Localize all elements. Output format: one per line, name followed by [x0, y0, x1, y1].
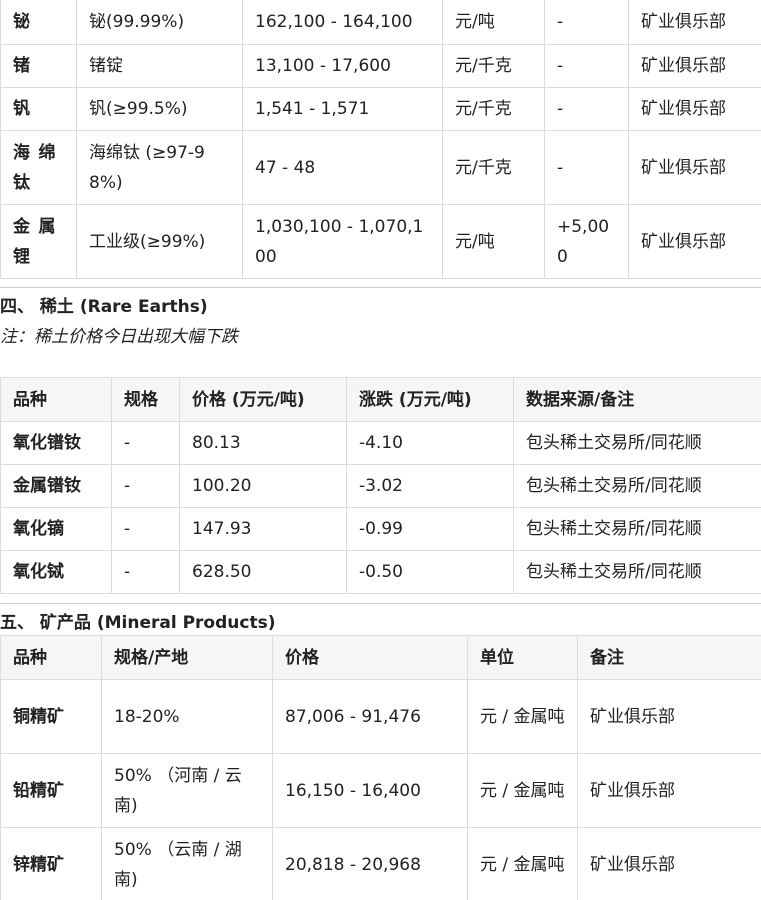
rare-earth-price: 147.93 — [179, 507, 347, 551]
metal-price: 1,541 - 1,571 — [242, 87, 443, 131]
table-row: 海绵钛 海绵钛 (≥97-98%) 47 - 48 元/千克 - 矿业俱乐部 — [0, 130, 761, 205]
metal-spec: 钒(≥99.5%) — [76, 87, 243, 131]
column-header-remark: 备注 — [577, 635, 761, 680]
rare-earth-change: -0.50 — [346, 550, 514, 594]
mineral-source: 矿业俱乐部 — [577, 827, 761, 900]
mineral-price: 20,818 - 20,968 — [272, 827, 468, 900]
column-header-spec: 规格 — [111, 377, 180, 422]
rare-earth-source: 包头稀土交易所/同花顺 — [513, 464, 761, 508]
rare-earth-name: 氧化镝 — [0, 507, 112, 551]
metal-name: 海绵钛 — [0, 130, 77, 205]
metal-unit: 元/千克 — [442, 87, 545, 131]
mineral-price: 16,150 - 16,400 — [272, 753, 468, 828]
metal-source: 矿业俱乐部 — [628, 204, 761, 279]
mineral-unit: 元 / 金属吨 — [467, 753, 578, 828]
column-header-source: 数据来源/备注 — [513, 377, 761, 422]
column-header-variety: 品种 — [0, 635, 102, 680]
mineral-products-table: 品种 规格/产地 价格 单位 备注 铜精矿 18-20% 87,006 - 91… — [0, 635, 761, 900]
section-title-mineral-products: 五、 矿产品 (Mineral Products) — [0, 613, 276, 633]
section-title-rare-earths: 四、 稀土 (Rare Earths) — [0, 297, 208, 317]
mineral-name: 铅精矿 — [0, 753, 102, 828]
rare-earth-spec: - — [111, 464, 180, 508]
column-header-spec-origin: 规格/产地 — [101, 635, 273, 680]
metal-unit: 元/千克 — [442, 44, 545, 88]
mineral-spec: 50% （云南 / 湖南) — [101, 827, 273, 900]
mineral-source: 矿业俱乐部 — [577, 679, 761, 754]
metal-change: +5,000 — [544, 204, 629, 279]
table-row: 金属镨钕 - 100.20 -3.02 包头稀土交易所/同花顺 — [0, 464, 761, 508]
mineral-unit: 元 / 金属吨 — [467, 827, 578, 900]
rare-earth-price: 628.50 — [179, 550, 347, 594]
rare-earth-source: 包头稀土交易所/同花顺 — [513, 507, 761, 551]
metal-price: 47 - 48 — [242, 130, 443, 205]
table-row: 氧化镨钕 - 80.13 -4.10 包头稀土交易所/同花顺 — [0, 421, 761, 465]
metal-spec: 海绵钛 (≥97-98%) — [76, 130, 243, 205]
metal-unit: 元/吨 — [442, 0, 545, 45]
rare-earth-change: -0.99 — [346, 507, 514, 551]
rare-earths-note: 注：稀土价格今日出现大幅下跌 — [0, 327, 238, 347]
metal-change: - — [544, 0, 629, 45]
rare-earth-spec: - — [111, 421, 180, 465]
metal-unit: 元/吨 — [442, 204, 545, 279]
rare-earth-spec: - — [111, 550, 180, 594]
table-row: 氧化铽 - 628.50 -0.50 包头稀土交易所/同花顺 — [0, 550, 761, 594]
rare-earth-spec: - — [111, 507, 180, 551]
table-row: 氧化镝 - 147.93 -0.99 包头稀土交易所/同花顺 — [0, 507, 761, 551]
section-divider — [0, 287, 761, 288]
rare-earth-name: 金属镨钕 — [0, 464, 112, 508]
rare-earth-change: -3.02 — [346, 464, 514, 508]
table-row: 金属锂 工业级(≥99%) 1,030,100 - 1,070,100 元/吨 … — [0, 204, 761, 279]
column-header-unit: 单位 — [467, 635, 578, 680]
table-row: 锌精矿 50% （云南 / 湖南) 20,818 - 20,968 元 / 金属… — [0, 827, 761, 900]
metal-change: - — [544, 130, 629, 205]
mineral-name: 铜精矿 — [0, 679, 102, 754]
rare-earth-price: 80.13 — [179, 421, 347, 465]
table-row: 铋 铋(99.99%) 162,100 - 164,100 元/吨 - 矿业俱乐… — [0, 0, 761, 45]
metal-spec: 铋(99.99%) — [76, 0, 243, 45]
table-header-row: 品种 规格 价格 (万元/吨) 涨跌 (万元/吨) 数据来源/备注 — [0, 377, 761, 422]
table-row: 锗 锗锭 13,100 - 17,600 元/千克 - 矿业俱乐部 — [0, 44, 761, 88]
metal-change: - — [544, 87, 629, 131]
section-divider — [0, 603, 761, 604]
metal-source: 矿业俱乐部 — [628, 44, 761, 88]
rare-earths-table: 品种 规格 价格 (万元/吨) 涨跌 (万元/吨) 数据来源/备注 氧化镨钕 -… — [0, 377, 761, 594]
metal-name: 锗 — [0, 44, 77, 88]
rare-earth-name: 氧化镨钕 — [0, 421, 112, 465]
metal-source: 矿业俱乐部 — [628, 0, 761, 45]
metal-change: - — [544, 44, 629, 88]
column-header-variety: 品种 — [0, 377, 112, 422]
metal-source: 矿业俱乐部 — [628, 130, 761, 205]
column-header-price: 价格 — [272, 635, 468, 680]
table-row: 铜精矿 18-20% 87,006 - 91,476 元 / 金属吨 矿业俱乐部 — [0, 679, 761, 754]
column-header-change: 涨跌 (万元/吨) — [346, 377, 514, 422]
mineral-price: 87,006 - 91,476 — [272, 679, 468, 754]
table-row: 铅精矿 50% （河南 / 云南) 16,150 - 16,400 元 / 金属… — [0, 753, 761, 828]
mineral-spec: 50% （河南 / 云南) — [101, 753, 273, 828]
rare-earth-source: 包头稀土交易所/同花顺 — [513, 550, 761, 594]
rare-earth-source: 包头稀土交易所/同花顺 — [513, 421, 761, 465]
metal-unit: 元/千克 — [442, 130, 545, 205]
rare-earth-change: -4.10 — [346, 421, 514, 465]
metals-price-table: 铋 铋(99.99%) 162,100 - 164,100 元/吨 - 矿业俱乐… — [0, 0, 761, 279]
metal-name: 钒 — [0, 87, 77, 131]
metal-price: 1,030,100 - 1,070,100 — [242, 204, 443, 279]
metal-name: 金属锂 — [0, 204, 77, 279]
mineral-name: 锌精矿 — [0, 827, 102, 900]
rare-earth-price: 100.20 — [179, 464, 347, 508]
metal-spec: 锗锭 — [76, 44, 243, 88]
mineral-source: 矿业俱乐部 — [577, 753, 761, 828]
metal-source: 矿业俱乐部 — [628, 87, 761, 131]
metal-name: 铋 — [0, 0, 77, 45]
metal-price: 13,100 - 17,600 — [242, 44, 443, 88]
rare-earth-name: 氧化铽 — [0, 550, 112, 594]
table-header-row: 品种 规格/产地 价格 单位 备注 — [0, 635, 761, 680]
metal-spec: 工业级(≥99%) — [76, 204, 243, 279]
table-row: 钒 钒(≥99.5%) 1,541 - 1,571 元/千克 - 矿业俱乐部 — [0, 87, 761, 131]
mineral-unit: 元 / 金属吨 — [467, 679, 578, 754]
column-header-price: 价格 (万元/吨) — [179, 377, 347, 422]
mineral-spec: 18-20% — [101, 679, 273, 754]
metal-price: 162,100 - 164,100 — [242, 0, 443, 45]
